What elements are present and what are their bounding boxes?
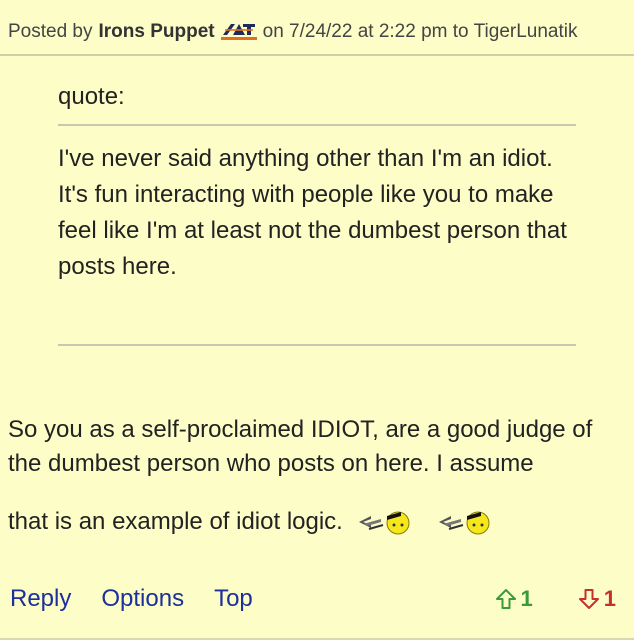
post-date: on 7/24/22 at 2:22 pm to bbox=[262, 21, 469, 42]
upvote-button[interactable]: 1 bbox=[494, 586, 533, 612]
forum-post: Posted by Irons Puppet on 7/24/22 at 2:2… bbox=[0, 0, 634, 640]
quote-text: I've never said anything other than I'm … bbox=[58, 145, 567, 280]
post-body-text: So you as a self-proclaimed IDIOT, are a… bbox=[8, 416, 593, 477]
post-actions: Reply Options Top bbox=[10, 582, 283, 616]
quote-divider-bottom bbox=[58, 344, 576, 346]
down-arrow-icon bbox=[578, 589, 599, 609]
sleeping-smiley-icon bbox=[437, 507, 495, 537]
author-name[interactable]: Irons Puppet bbox=[99, 21, 215, 43]
vote-controls: 1 1 bbox=[450, 582, 616, 616]
upvote-count: 1 bbox=[520, 586, 533, 611]
downvote-count: 1 bbox=[603, 586, 616, 611]
auburn-tigers-logo-icon bbox=[220, 21, 257, 43]
quote-divider-top bbox=[58, 124, 576, 126]
posted-by-label: Posted by bbox=[8, 21, 93, 42]
sleeping-smiley-icon bbox=[357, 507, 415, 537]
downvote-button[interactable]: 1 bbox=[577, 586, 616, 612]
post-header: Posted by Irons Puppet on 7/24/22 at 2:2… bbox=[8, 12, 626, 52]
quote-block: quote: I've never said anything other th… bbox=[58, 78, 576, 346]
reply-to-user[interactable]: TigerLunatik bbox=[474, 21, 578, 43]
quote-label: quote: bbox=[58, 83, 125, 110]
options-link[interactable]: Options bbox=[101, 585, 184, 613]
header-divider bbox=[0, 54, 634, 56]
reply-link[interactable]: Reply bbox=[10, 585, 71, 613]
post-body-line: that is an example of idiot logic. bbox=[8, 502, 632, 542]
post-body-text-end: that is an example of idiot logic. bbox=[8, 508, 343, 535]
up-arrow-icon bbox=[495, 589, 516, 609]
top-link[interactable]: Top bbox=[214, 585, 253, 613]
